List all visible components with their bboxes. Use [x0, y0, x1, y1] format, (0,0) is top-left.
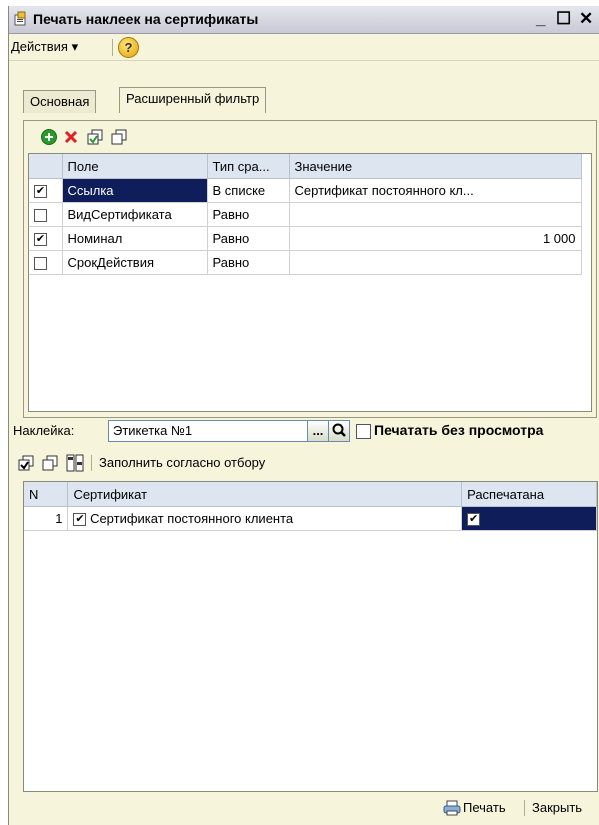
value-cell[interactable] — [289, 250, 582, 275]
main-window: Печать наклеек на сертификаты _ ☐ ✕ Дейс… — [8, 6, 599, 825]
menu-bar: Действия ▾ ? — [9, 34, 599, 61]
type-cell[interactable]: В списке — [207, 178, 290, 203]
help-button[interactable]: ? — [118, 37, 139, 58]
table-row[interactable]: СрокДействия Равно — [29, 250, 582, 275]
invert-icon[interactable] — [65, 453, 85, 473]
filter-grid[interactable]: Поле Тип сра... Значение ✔ Ссылка В спис… — [28, 153, 592, 412]
type-cell[interactable]: Равно — [207, 250, 290, 275]
footer-separator — [524, 800, 525, 816]
value-cell[interactable] — [289, 202, 582, 227]
copy-icon[interactable] — [86, 128, 104, 146]
footer: Печать Закрыть — [9, 791, 599, 825]
field-cell[interactable]: Номинал — [62, 226, 208, 251]
menu-separator — [112, 39, 113, 56]
add-icon[interactable] — [40, 128, 58, 146]
field-cell[interactable]: СрокДействия — [62, 250, 208, 275]
table-row[interactable]: ✔ Ссылка В списке Сертификат постоянного… — [29, 178, 582, 203]
printed-checkbox[interactable]: ✔ — [467, 513, 481, 527]
window-title: Печать наклеек на сертификаты — [33, 11, 259, 27]
col-certificate[interactable]: Сертификат — [67, 482, 463, 507]
col-printed[interactable]: Распечатана — [461, 482, 597, 507]
printer-icon — [443, 800, 461, 816]
maximize-button[interactable]: ☐ — [556, 8, 571, 30]
window-icon — [14, 11, 26, 26]
print-button[interactable]: Печать — [463, 800, 506, 815]
row-checkbox[interactable]: ✔ — [34, 233, 47, 247]
certificates-grid[interactable]: N Сертификат Распечатана 1 ✔ Сертификат … — [23, 481, 598, 792]
type-cell[interactable]: Равно — [207, 202, 290, 227]
table-row[interactable]: ВидСертификата Равно — [29, 202, 582, 227]
uncheck-all-icon[interactable] — [41, 454, 59, 472]
sticker-label: Наклейка: — [13, 423, 75, 438]
certificate-cell[interactable]: ✔ Сертификат постоянного клиента — [67, 506, 463, 531]
tab-extended-filter[interactable]: Расширенный фильтр — [119, 87, 267, 113]
row-checkbox[interactable]: ✔ — [34, 185, 47, 199]
tab-main[interactable]: Основная — [23, 90, 97, 113]
delete-icon[interactable] — [62, 128, 80, 146]
minimize-button[interactable]: _ — [536, 8, 545, 30]
col-field[interactable]: Поле — [62, 154, 208, 179]
row-checkbox[interactable] — [34, 257, 47, 271]
certificate-checkbox[interactable]: ✔ — [73, 513, 87, 527]
toolbar-separator — [91, 455, 92, 471]
print-without-preview-label[interactable]: Печатать без просмотра — [374, 422, 543, 438]
filter-panel: Поле Тип сра... Значение ✔ Ссылка В спис… — [23, 120, 597, 418]
fill-by-filter-button[interactable]: Заполнить согласно отбору — [99, 455, 265, 470]
check-all-icon[interactable] — [17, 454, 35, 472]
row-number: 1 — [24, 506, 69, 531]
table-row[interactable]: ✔ Номинал Равно 1 000 — [29, 226, 582, 251]
table-row[interactable]: 1 ✔ Сертификат постоянного клиента ✔ — [24, 506, 597, 531]
search-icon[interactable] — [328, 420, 350, 442]
sticker-input[interactable]: Этикетка №1 — [108, 420, 309, 442]
value-cell[interactable]: Сертификат постоянного кл... — [289, 178, 582, 203]
close-button[interactable]: ✕ — [579, 8, 593, 30]
select-button[interactable]: ... — [307, 420, 329, 442]
close-dialog-button[interactable]: Закрыть — [532, 800, 582, 815]
type-cell[interactable]: Равно — [207, 226, 290, 251]
sticker-value: Этикетка №1 — [113, 423, 193, 438]
col-check — [29, 154, 63, 179]
copy2-icon[interactable] — [110, 128, 128, 146]
field-cell[interactable]: Ссылка — [62, 178, 208, 203]
actions-menu[interactable]: Действия ▾ — [11, 39, 78, 55]
row-checkbox[interactable] — [34, 209, 47, 223]
printed-cell[interactable]: ✔ — [461, 506, 597, 531]
col-n[interactable]: N — [24, 482, 69, 507]
col-type[interactable]: Тип сра... — [207, 154, 290, 179]
field-cell[interactable]: ВидСертификата — [62, 202, 208, 227]
certificate-name: Сертификат постоянного клиента — [90, 510, 294, 526]
title-bar: Печать наклеек на сертификаты _ ☐ ✕ — [9, 6, 599, 34]
value-cell[interactable]: 1 000 — [289, 226, 582, 251]
print-without-preview-checkbox[interactable] — [356, 424, 371, 439]
col-value[interactable]: Значение — [289, 154, 582, 179]
